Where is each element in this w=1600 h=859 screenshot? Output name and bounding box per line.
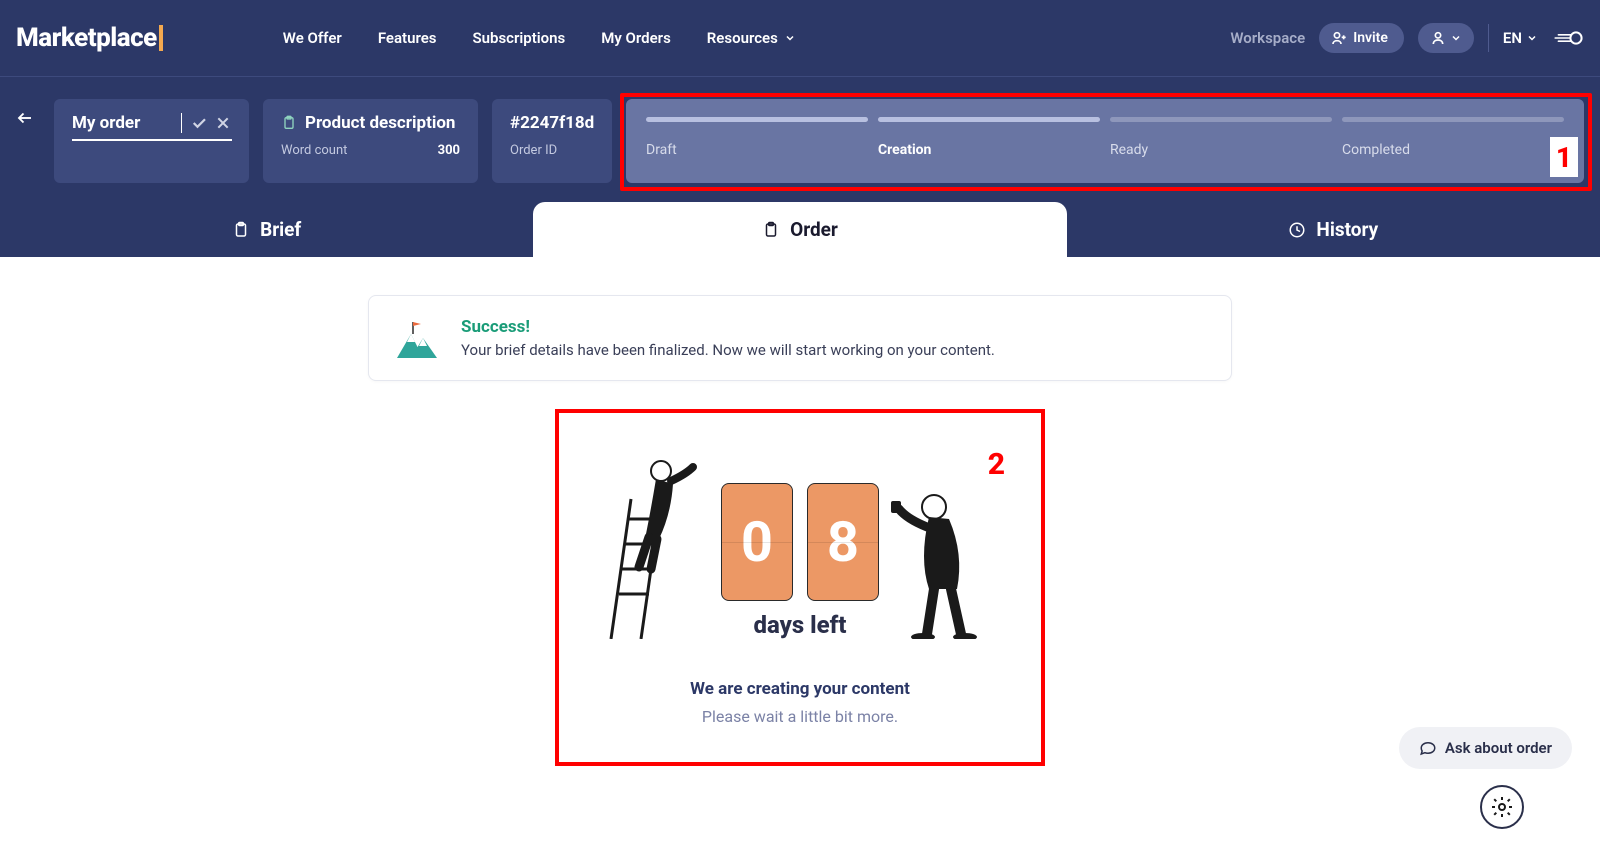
clipboard-icon xyxy=(762,221,780,239)
settings-button[interactable] xyxy=(1480,785,1524,829)
content-area: Success! Your brief details have been fi… xyxy=(0,257,1600,804)
user-menu-button[interactable] xyxy=(1418,23,1474,53)
step-creation: Creation xyxy=(878,117,1100,165)
days-left-label: days left xyxy=(711,611,889,639)
flip-digit-2: 8 xyxy=(807,483,879,601)
success-card: Success! Your brief details have been fi… xyxy=(368,295,1232,381)
step-bar xyxy=(878,117,1100,122)
invite-label: Invite xyxy=(1353,30,1388,46)
step-label-creation: Creation xyxy=(878,142,1100,158)
tab-bar: Brief Order History xyxy=(0,202,1600,257)
word-count-value: 300 xyxy=(438,143,460,158)
clock-icon xyxy=(1288,221,1306,239)
cancel-name-button[interactable] xyxy=(215,115,231,131)
nav-resources-label: Resources xyxy=(707,29,778,47)
logo-text: Marketplace xyxy=(16,23,157,53)
step-label-draft: Draft xyxy=(646,142,868,158)
confirm-name-button[interactable] xyxy=(190,114,208,132)
creating-title: We are creating your content xyxy=(555,679,1045,699)
step-label-completed: Completed xyxy=(1342,142,1564,158)
product-card: Product description Word count 300 xyxy=(263,99,478,183)
mountain-flag-icon xyxy=(393,316,441,360)
ask-button-label: Ask about order xyxy=(1445,739,1552,757)
chat-icon xyxy=(1419,739,1437,757)
arrow-left-icon xyxy=(16,109,34,127)
nav-resources[interactable]: Resources xyxy=(707,29,796,47)
step-label-ready: Ready xyxy=(1110,142,1332,158)
countdown-container: 2 0 8 days left xyxy=(555,409,1045,766)
ask-about-order-button[interactable]: Ask about order xyxy=(1399,727,1572,769)
logo: Marketplace xyxy=(16,23,163,53)
tab-history-label: History xyxy=(1316,218,1378,241)
tab-brief[interactable]: Brief xyxy=(0,202,533,257)
workspace-label[interactable]: Workspace xyxy=(1230,29,1305,47)
progress-tracker: Draft Creation Ready Completed 1 xyxy=(626,99,1584,183)
check-icon xyxy=(190,114,208,132)
nav-subscriptions[interactable]: Subscriptions xyxy=(473,29,566,47)
nav-my-orders[interactable]: My Orders xyxy=(601,29,671,47)
comet-icon[interactable] xyxy=(1552,27,1584,49)
order-id-card: #2247f18d Order ID xyxy=(492,99,612,183)
annotation-1: 1 xyxy=(1550,137,1578,177)
success-title: Success! xyxy=(461,317,995,337)
worker-left-icon xyxy=(601,439,711,639)
language-selector[interactable]: EN xyxy=(1503,29,1538,47)
tab-order-label: Order xyxy=(790,218,838,241)
order-name-input[interactable] xyxy=(72,113,182,133)
user-icon xyxy=(1430,30,1446,46)
worker-right-icon xyxy=(889,439,999,639)
step-draft: Draft xyxy=(646,117,868,165)
language-label: EN xyxy=(1503,29,1522,47)
product-title-text: Product description xyxy=(305,113,455,133)
header-right: Workspace Invite EN xyxy=(1230,23,1584,53)
step-completed: Completed xyxy=(1342,117,1564,165)
word-count-label: Word count xyxy=(281,143,347,158)
order-name-card xyxy=(54,99,249,183)
back-button[interactable] xyxy=(16,109,40,127)
divider xyxy=(1488,24,1489,52)
chevron-down-icon xyxy=(784,32,796,44)
close-icon xyxy=(215,115,231,131)
order-id-value: #2247f18d xyxy=(510,113,594,133)
chevron-down-icon xyxy=(1450,32,1462,44)
countdown-illustration: 0 8 days left xyxy=(555,429,1045,639)
main-nav: We Offer Features Subscriptions My Order… xyxy=(283,29,796,47)
step-bar xyxy=(1110,117,1332,122)
input-underline xyxy=(72,139,232,141)
flip-digit-1: 0 xyxy=(721,483,793,601)
clipboard-icon xyxy=(232,221,250,239)
tab-history[interactable]: History xyxy=(1067,202,1600,257)
step-bar xyxy=(1342,117,1564,122)
user-plus-icon xyxy=(1331,30,1347,46)
success-text: Your brief details have been finalized. … xyxy=(461,341,995,359)
creating-subtitle: Please wait a little bit more. xyxy=(555,707,1045,726)
progress-tracker-wrap: Draft Creation Ready Completed 1 xyxy=(626,99,1584,183)
tab-order[interactable]: Order xyxy=(533,202,1066,257)
step-ready: Ready xyxy=(1110,117,1332,165)
nav-we-offer[interactable]: We Offer xyxy=(283,29,342,47)
order-id-label: Order ID xyxy=(510,143,594,158)
gear-icon xyxy=(1490,795,1514,819)
nav-features[interactable]: Features xyxy=(378,29,437,47)
step-bar xyxy=(646,117,868,122)
order-subheader: Product description Word count 300 #2247… xyxy=(0,77,1600,202)
chevron-down-icon xyxy=(1526,32,1538,44)
tab-brief-label: Brief xyxy=(260,218,301,241)
main-header: Marketplace We Offer Features Subscripti… xyxy=(0,0,1600,77)
clipboard-icon xyxy=(281,115,297,131)
flip-counter: 0 8 xyxy=(721,483,879,601)
invite-button[interactable]: Invite xyxy=(1319,23,1404,53)
logo-accent-bar xyxy=(159,25,163,51)
